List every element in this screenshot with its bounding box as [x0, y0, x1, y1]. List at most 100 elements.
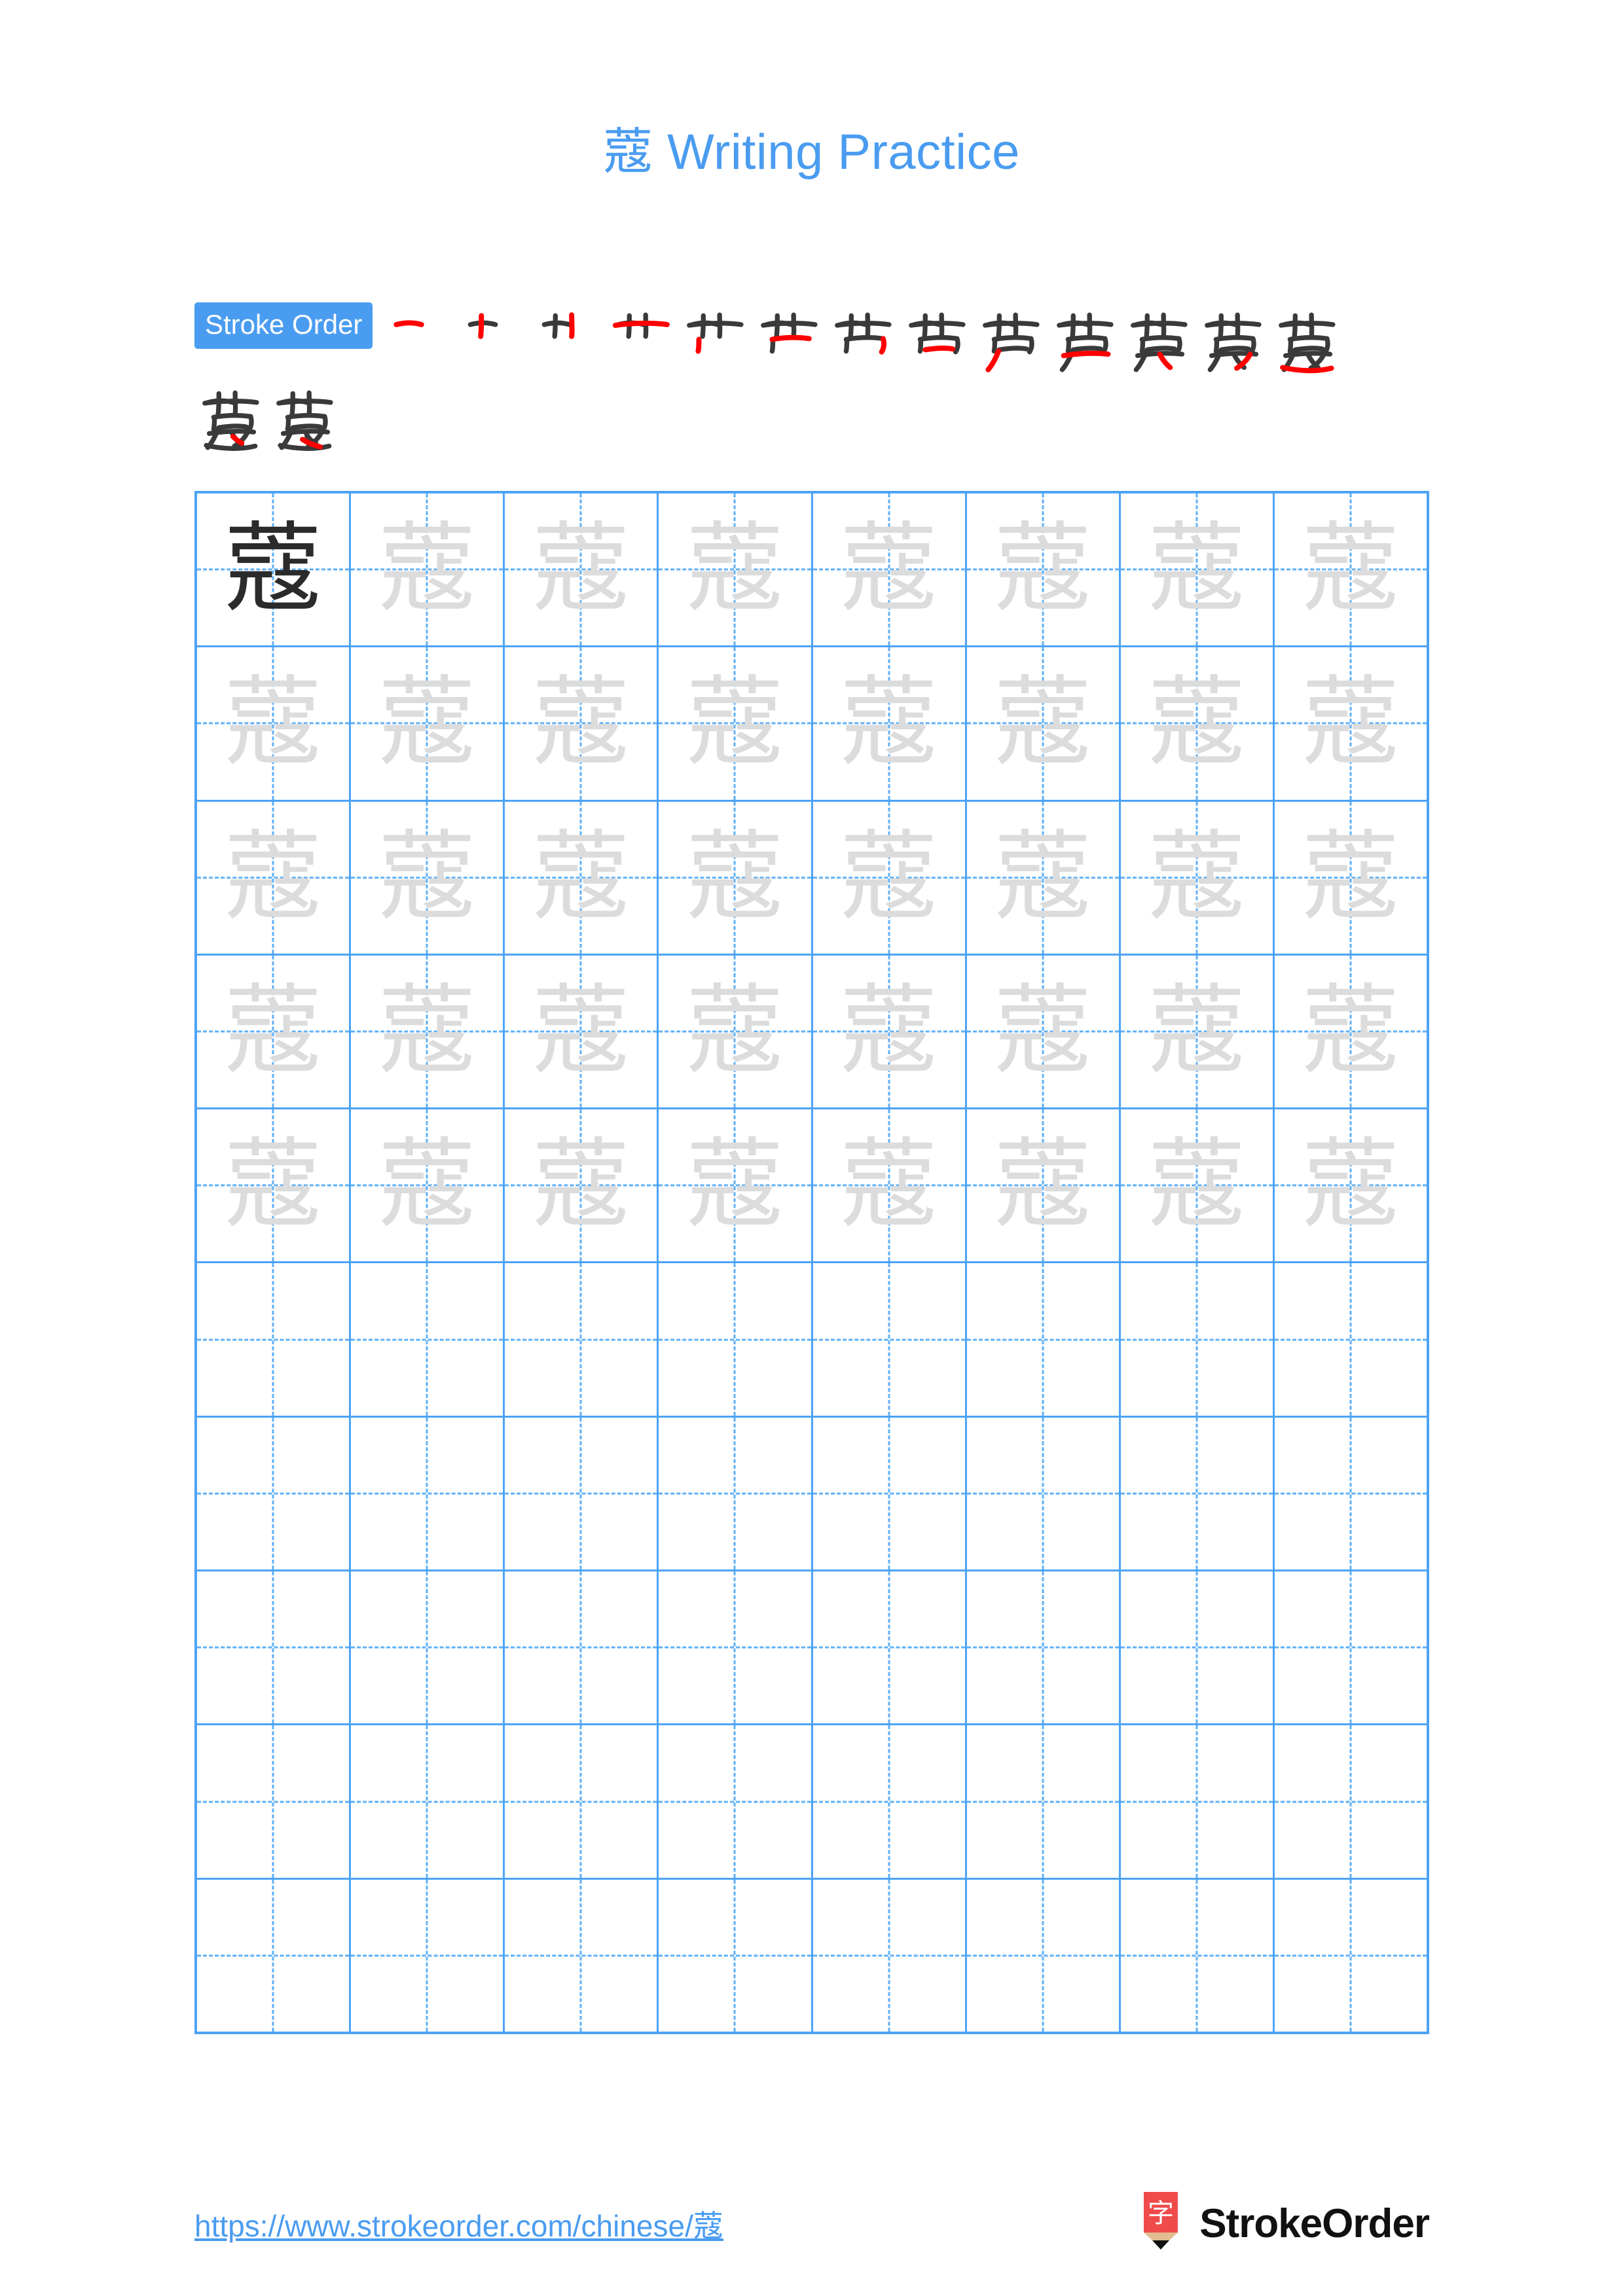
- practice-cell-r6-c4[interactable]: [659, 1263, 813, 1416]
- practice-cell-r5-c1[interactable]: 蔻: [197, 1109, 352, 1262]
- practice-cell-r2-c4[interactable]: 蔻: [659, 647, 813, 800]
- practice-cell-r7-c7[interactable]: [1121, 1417, 1275, 1570]
- practice-cell-r2-c1[interactable]: 蔻: [197, 647, 352, 800]
- practice-cell-r7-c5[interactable]: [813, 1417, 967, 1570]
- practice-cell-r3-c5[interactable]: 蔻: [813, 801, 967, 954]
- practice-cell-r2-c6[interactable]: 蔻: [967, 647, 1121, 800]
- tracing-character: 蔻: [532, 1128, 630, 1243]
- practice-cell-r8-c4[interactable]: [659, 1571, 813, 1724]
- practice-cell-r2-c3[interactable]: 蔻: [505, 647, 659, 800]
- practice-cell-r10-c8[interactable]: [1275, 1880, 1427, 2032]
- practice-cell-r6-c8[interactable]: [1275, 1263, 1427, 1415]
- tracing-character: 蔻: [1147, 1128, 1246, 1243]
- practice-cell-r5-c3[interactable]: 蔻: [505, 1109, 659, 1262]
- footer-url-link[interactable]: https://www.strokeorder.com/chinese/蔻: [194, 2202, 723, 2246]
- stroke-step-11: [1123, 302, 1197, 376]
- practice-cell-r1-c4[interactable]: 蔻: [659, 493, 813, 646]
- practice-cell-r3-c8[interactable]: 蔻: [1275, 802, 1427, 954]
- svg-text:字: 字: [1148, 2198, 1174, 2229]
- practice-cell-r9-c4[interactable]: [659, 1725, 813, 1878]
- practice-cell-r7-c8[interactable]: [1275, 1418, 1427, 1570]
- stroke-order-section: Stroke Order: [194, 302, 1432, 454]
- practice-cell-r2-c2[interactable]: 蔻: [351, 647, 505, 800]
- practice-cell-r5-c2[interactable]: 蔻: [351, 1109, 505, 1262]
- practice-cell-r9-c7[interactable]: [1121, 1725, 1275, 1878]
- practice-cell-r4-c8[interactable]: 蔻: [1275, 956, 1427, 1107]
- practice-cell-r7-c4[interactable]: [659, 1417, 813, 1570]
- stroke-step-list-row-2: [194, 380, 1432, 454]
- practice-cell-r10-c7[interactable]: [1121, 1879, 1275, 2032]
- practice-cell-r4-c7[interactable]: 蔻: [1121, 955, 1275, 1108]
- practice-cell-r9-c3[interactable]: [505, 1725, 659, 1878]
- practice-cell-r8-c6[interactable]: [967, 1571, 1121, 1724]
- practice-cell-r1-c2[interactable]: 蔻: [351, 493, 505, 646]
- practice-cell-r10-c2[interactable]: [351, 1879, 505, 2032]
- practice-cell-r5-c6[interactable]: 蔻: [967, 1109, 1121, 1262]
- practice-cell-r2-c8[interactable]: 蔻: [1275, 647, 1427, 799]
- practice-cell-r8-c7[interactable]: [1121, 1571, 1275, 1724]
- practice-cell-r1-c7[interactable]: 蔻: [1121, 493, 1275, 646]
- stroke-step-2: [457, 302, 531, 376]
- tracing-character: 蔻: [839, 666, 938, 781]
- practice-cell-r8-c8[interactable]: [1275, 1571, 1427, 1723]
- practice-cell-r3-c6[interactable]: 蔻: [967, 801, 1121, 954]
- practice-cell-r8-c2[interactable]: [351, 1571, 505, 1724]
- practice-cell-r5-c7[interactable]: 蔻: [1121, 1109, 1275, 1262]
- tracing-character: 蔻: [532, 512, 630, 627]
- tracing-character: 蔻: [1301, 820, 1400, 935]
- practice-cell-r9-c2[interactable]: [351, 1725, 505, 1878]
- practice-cell-r4-c5[interactable]: 蔻: [813, 955, 967, 1108]
- practice-cell-r3-c1[interactable]: 蔻: [197, 801, 352, 954]
- practice-cell-r8-c3[interactable]: [505, 1571, 659, 1724]
- practice-cell-r10-c4[interactable]: [659, 1879, 813, 2032]
- tracing-character: 蔻: [224, 1128, 323, 1243]
- practice-cell-r3-c4[interactable]: 蔻: [659, 801, 813, 954]
- practice-cell-r1-c5[interactable]: 蔻: [813, 493, 967, 646]
- practice-cell-r4-c4[interactable]: 蔻: [659, 955, 813, 1108]
- practice-cell-r6-c6[interactable]: [967, 1263, 1121, 1416]
- tracing-character: 蔻: [1301, 975, 1400, 1089]
- tracing-character: 蔻: [839, 820, 938, 935]
- practice-cell-r3-c7[interactable]: 蔻: [1121, 801, 1275, 954]
- practice-cell-r6-c1[interactable]: [197, 1263, 352, 1416]
- practice-cell-r6-c7[interactable]: [1121, 1263, 1275, 1416]
- practice-cell-r9-c8[interactable]: [1275, 1725, 1427, 1877]
- practice-cell-r8-c5[interactable]: [813, 1571, 967, 1724]
- practice-cell-r1-c1[interactable]: 蔻: [197, 493, 352, 646]
- practice-cell-r7-c6[interactable]: [967, 1417, 1121, 1570]
- brand-name: StrokeOrder: [1199, 2200, 1430, 2246]
- practice-cell-r6-c3[interactable]: [505, 1263, 659, 1416]
- practice-cell-r3-c2[interactable]: 蔻: [351, 801, 505, 954]
- practice-cell-r2-c5[interactable]: 蔻: [813, 647, 967, 800]
- practice-cell-r1-c3[interactable]: 蔻: [505, 493, 659, 646]
- practice-cell-r4-c6[interactable]: 蔻: [967, 955, 1121, 1108]
- practice-cell-r9-c5[interactable]: [813, 1725, 967, 1878]
- model-character: 蔻: [224, 512, 323, 627]
- practice-cell-r2-c7[interactable]: 蔻: [1121, 647, 1275, 800]
- practice-cell-r4-c2[interactable]: 蔻: [351, 955, 505, 1108]
- practice-cell-r7-c3[interactable]: [505, 1417, 659, 1570]
- tracing-character: 蔻: [224, 666, 323, 781]
- practice-cell-r9-c1[interactable]: [197, 1725, 352, 1878]
- practice-cell-r5-c5[interactable]: 蔻: [813, 1109, 967, 1262]
- practice-cell-r1-c8[interactable]: 蔻: [1275, 493, 1427, 645]
- practice-cell-r9-c6[interactable]: [967, 1725, 1121, 1878]
- practice-cell-r10-c6[interactable]: [967, 1879, 1121, 2032]
- practice-cell-r3-c3[interactable]: 蔻: [505, 801, 659, 954]
- practice-cell-r10-c5[interactable]: [813, 1879, 967, 2032]
- practice-cell-r7-c2[interactable]: [351, 1417, 505, 1570]
- practice-cell-r7-c1[interactable]: [197, 1417, 352, 1570]
- practice-cell-r6-c5[interactable]: [813, 1263, 967, 1416]
- practice-cell-r4-c3[interactable]: 蔻: [505, 955, 659, 1108]
- stroke-step-4: [605, 302, 679, 376]
- practice-cell-r10-c3[interactable]: [505, 1879, 659, 2032]
- practice-cell-r5-c4[interactable]: 蔻: [659, 1109, 813, 1262]
- practice-cell-r5-c8[interactable]: 蔻: [1275, 1109, 1427, 1261]
- practice-cell-r8-c1[interactable]: [197, 1571, 352, 1724]
- practice-cell-r4-c1[interactable]: 蔻: [197, 955, 352, 1108]
- practice-cell-r1-c6[interactable]: 蔻: [967, 493, 1121, 646]
- practice-cell-r10-c1[interactable]: [197, 1879, 352, 2032]
- stroke-step-9: [975, 302, 1049, 376]
- tracing-character: 蔻: [532, 666, 630, 781]
- practice-cell-r6-c2[interactable]: [351, 1263, 505, 1416]
